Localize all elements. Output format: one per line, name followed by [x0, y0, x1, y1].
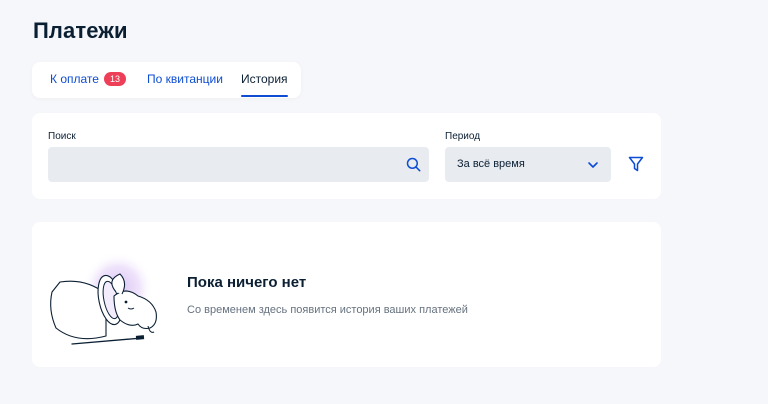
- period-select[interactable]: За всё время: [445, 147, 611, 182]
- period-value: За всё время: [457, 158, 525, 170]
- search-input[interactable]: [48, 147, 388, 182]
- empty-state-title: Пока ничего нет: [187, 274, 307, 291]
- filter-icon[interactable]: [628, 156, 644, 173]
- search-icon[interactable]: [406, 157, 421, 172]
- empty-state-card: Пока ничего нет Со временем здесь появит…: [32, 222, 661, 367]
- empty-state-subtitle: Со временем здесь появится история ваших…: [187, 304, 468, 316]
- search-label: Поиск: [48, 131, 76, 142]
- empty-hat-illustration: [50, 252, 157, 345]
- tab-history-label: История: [241, 72, 288, 86]
- tabs-bar: К оплате 13 По квитанции История: [32, 62, 301, 98]
- tab-to-pay-label: К оплате: [50, 72, 99, 86]
- tab-to-pay[interactable]: К оплате 13: [50, 62, 126, 98]
- chevron-down-icon: [588, 162, 598, 168]
- search-field: [48, 147, 429, 182]
- page-title: Платежи: [33, 18, 128, 43]
- tab-by-receipt-label: По квитанции: [147, 72, 223, 86]
- tab-history[interactable]: История: [241, 62, 288, 98]
- count-badge: 13: [103, 72, 126, 86]
- period-label: Период: [445, 131, 481, 142]
- tab-by-receipt[interactable]: По квитанции: [147, 62, 223, 98]
- filter-panel: Поиск Период За всё время: [32, 113, 661, 199]
